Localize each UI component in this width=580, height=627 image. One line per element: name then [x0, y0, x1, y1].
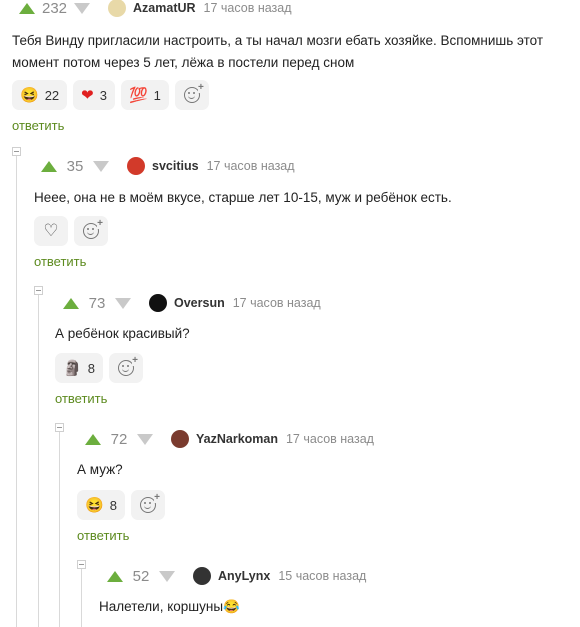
comment-score: 232: [42, 0, 68, 17]
reply-link[interactable]: ответить: [77, 528, 129, 543]
upvote-arrow-icon[interactable]: [63, 297, 79, 309]
vote-block: 35: [41, 155, 109, 177]
reaction-count: 3: [99, 87, 107, 103]
downvote-arrow-icon[interactable]: [93, 160, 109, 172]
add-reaction-icon: +: [139, 493, 160, 513]
add-reaction-icon: +: [117, 356, 138, 376]
add-reaction-button[interactable]: +: [130, 490, 165, 520]
upvote-arrow-icon[interactable]: [107, 570, 123, 582]
thread-line: [81, 564, 82, 627]
add-reaction-icon: +: [83, 219, 103, 239]
comment-time[interactable]: 15 часов назад: [278, 569, 366, 583]
downvote-arrow-icon[interactable]: [159, 570, 175, 582]
comment-header: 72 YazNarkoman 17 часов назад: [85, 428, 374, 450]
downvote-arrow-icon[interactable]: [137, 433, 153, 445]
like-button[interactable]: ♡: [34, 216, 68, 246]
avatar[interactable]: [127, 157, 145, 175]
comment-author[interactable]: AzamatUR: [133, 1, 196, 15]
add-reaction-button[interactable]: +: [74, 216, 108, 246]
reactions-bar: 😆 8 +: [77, 490, 165, 520]
comment-time[interactable]: 17 часов назад: [286, 432, 374, 446]
comment-time[interactable]: 17 часов назад: [233, 296, 321, 310]
avatar[interactable]: [108, 0, 127, 17]
reaction-laugh[interactable]: 😆 8: [77, 490, 125, 520]
reactions-bar: 🗿 8 +: [55, 353, 143, 383]
reaction-count: 22: [44, 87, 60, 103]
comment-score: 52: [132, 567, 150, 585]
comment-score: 35: [66, 157, 84, 175]
reaction-hundred[interactable]: 💯 1: [120, 80, 169, 110]
add-reaction-button[interactable]: +: [174, 80, 209, 110]
moai-icon: 🗿: [63, 359, 82, 377]
comment-text: Неее, она не в моём вкусе, старше лет 10…: [34, 190, 452, 205]
upvote-arrow-icon[interactable]: [19, 2, 35, 14]
avatar[interactable]: [171, 430, 189, 448]
avatar[interactable]: [193, 567, 211, 585]
heart-icon: ❤: [81, 86, 94, 104]
heart-outline-icon: ♡: [43, 221, 59, 240]
comment-author[interactable]: Oversun: [174, 296, 225, 310]
vote-block: 52: [107, 565, 175, 587]
upvote-arrow-icon[interactable]: [41, 160, 57, 172]
downvote-arrow-icon[interactable]: [74, 2, 91, 14]
comment-header: 52 AnyLynx 15 часов назад: [107, 565, 366, 587]
comment-author[interactable]: AnyLynx: [218, 569, 270, 583]
add-reaction-icon: +: [183, 83, 204, 103]
comment-author[interactable]: YazNarkoman: [196, 432, 278, 446]
collapse-thread-icon[interactable]: [77, 560, 86, 569]
comment-author[interactable]: svcitius: [152, 159, 199, 173]
comment-header: 35 svcitius 17 часов назад: [41, 155, 295, 177]
thread-line: [38, 290, 39, 627]
vote-block: 232: [19, 0, 91, 19]
laughing-emoji-icon: 😆: [85, 496, 104, 514]
reaction-moai[interactable]: 🗿 8: [55, 353, 103, 383]
reaction-count: 1: [153, 87, 161, 103]
collapse-thread-icon[interactable]: [34, 286, 43, 295]
upvote-arrow-icon[interactable]: [85, 433, 101, 445]
comment-time[interactable]: 17 часов назад: [207, 159, 295, 173]
add-reaction-button[interactable]: +: [108, 353, 143, 383]
comment-header: 73 Oversun 17 часов назад: [63, 292, 321, 314]
comment-text: Тебя Винду пригласили настроить, а ты на…: [12, 33, 544, 70]
reactions-bar: ♡ +: [34, 216, 108, 246]
comment-score: 73: [88, 294, 106, 312]
reply-link[interactable]: ответить: [12, 118, 64, 133]
comment-text: Налетели, коршуны😂: [99, 599, 240, 614]
comment-header: 232 AzamatUR 17 часов назад: [19, 0, 292, 19]
thread-line: [16, 150, 17, 627]
reactions-bar: 😆 22 ❤ 3 💯 1 +: [12, 80, 209, 110]
comment-score: 72: [110, 430, 128, 448]
reaction-heart[interactable]: ❤ 3: [73, 80, 115, 110]
comment-text: А ребёнок красивый?: [55, 326, 190, 341]
comment-time[interactable]: 17 часов назад: [204, 1, 292, 15]
reaction-count: 8: [109, 497, 117, 513]
comment-text: А муж?: [77, 462, 123, 477]
reaction-count: 8: [87, 360, 95, 376]
thread-line: [59, 427, 60, 627]
vote-block: 72: [85, 428, 153, 450]
reply-link[interactable]: ответить: [34, 254, 86, 269]
hundred-icon: 💯: [128, 86, 148, 104]
downvote-arrow-icon[interactable]: [115, 297, 131, 309]
avatar[interactable]: [149, 294, 167, 312]
reaction-laugh[interactable]: 😆 22: [12, 80, 68, 110]
reply-link[interactable]: ответить: [55, 391, 107, 406]
collapse-thread-icon[interactable]: [55, 423, 64, 432]
laughing-emoji-icon: 😆: [20, 86, 39, 104]
vote-block: 73: [63, 292, 131, 314]
collapse-thread-icon[interactable]: [12, 147, 21, 156]
